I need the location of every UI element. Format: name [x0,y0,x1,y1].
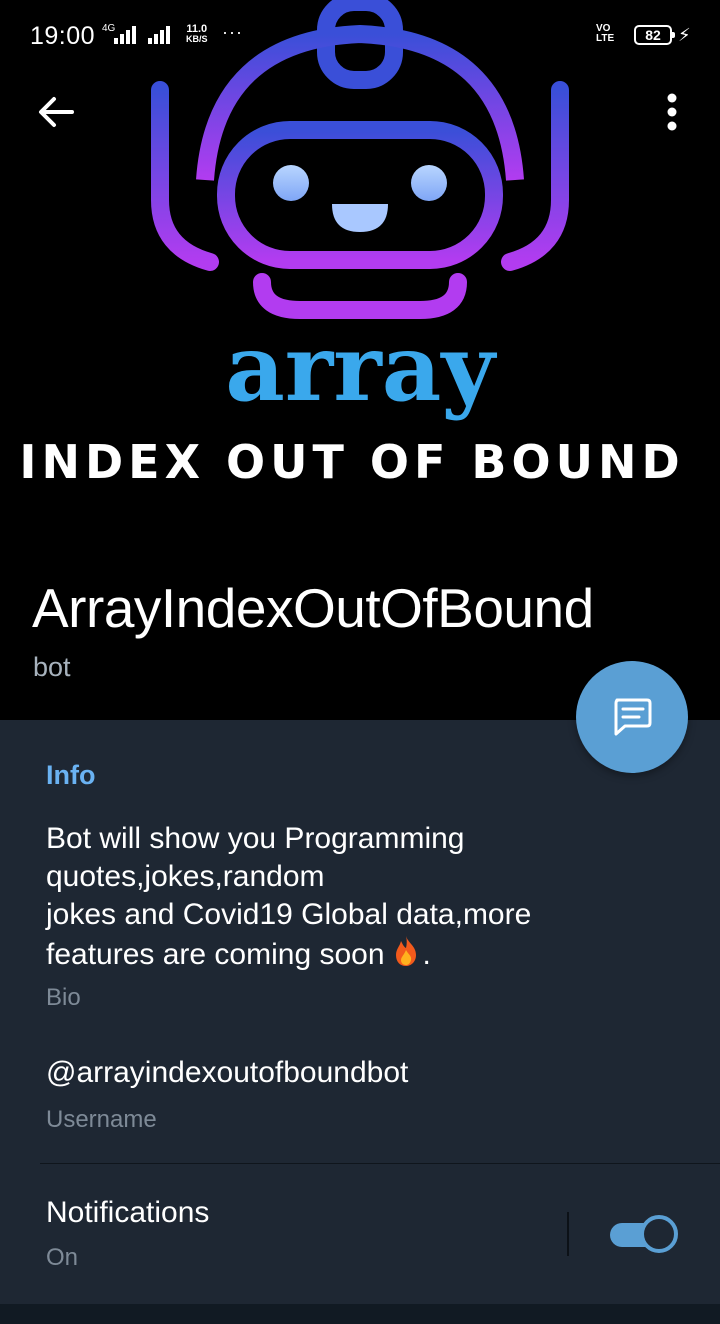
signal-icon-2 [148,26,170,44]
message-icon [614,698,652,736]
vertical-divider [567,1212,569,1256]
username-label: Username [46,1106,157,1133]
profile-type: bot [33,652,71,682]
bio-line: Bot will show you Programming [46,822,465,855]
more-vertical-icon [667,93,677,131]
battery-icon: 82 [634,25,675,45]
bio-line-last: features are coming soon . [46,934,606,974]
volte-bottom: LTE [596,33,615,44]
charging-icon: ⚡ [678,25,691,45]
more-notifications-icon: ··· [222,22,243,42]
status-time: 19:00 [30,22,96,50]
status-bar: 19:00 4G 11.0 KB/S ··· VO LTE 82 ⚡ [0,0,720,72]
bio-text[interactable]: Bot will show you Programming quotes,jok… [46,820,606,974]
signal-icon [114,26,136,44]
network-speed-value: 11.0 [186,23,208,35]
bio-line: quotes,jokes,random [46,860,325,893]
toggle-thumb [640,1215,678,1253]
back-button[interactable] [32,88,80,136]
info-title: Info [46,760,96,790]
more-options-button[interactable] [648,88,696,136]
fire-icon [395,936,416,966]
username-value[interactable]: @arrayindexoutofboundbot [46,1056,408,1090]
network-speed-unit: KB/S [186,34,208,44]
arrow-left-icon [39,97,74,127]
send-message-button[interactable] [576,661,688,773]
bio-end: . [422,938,431,971]
bot-avatar-logo: array INDEX OUT OF BOUND [19,0,684,489]
profile-name: ArrayIndexOutOfBound [32,577,594,639]
bottom-edge [0,1304,720,1324]
logo-tagline: INDEX OUT OF BOUND [19,435,684,489]
bio-label: Bio [46,984,81,1011]
bio-line: features are coming soon [46,938,385,971]
network-speed: 11.0 KB/S [186,23,208,45]
bio-line: jokes and Covid19 Global data,more [46,898,532,931]
notifications-toggle[interactable] [610,1215,678,1255]
volte-indicator: VO LTE [596,24,614,44]
profile-header: array INDEX OUT OF BOUND 19:00 4G 11.0 K… [0,0,720,720]
logo-wordmark: array [225,314,497,422]
notifications-row[interactable]: Notifications On [0,1164,720,1304]
notifications-status: On [46,1244,79,1271]
notifications-title: Notifications [46,1196,210,1229]
info-section: Info Bot will show you Programming quote… [0,720,720,1304]
